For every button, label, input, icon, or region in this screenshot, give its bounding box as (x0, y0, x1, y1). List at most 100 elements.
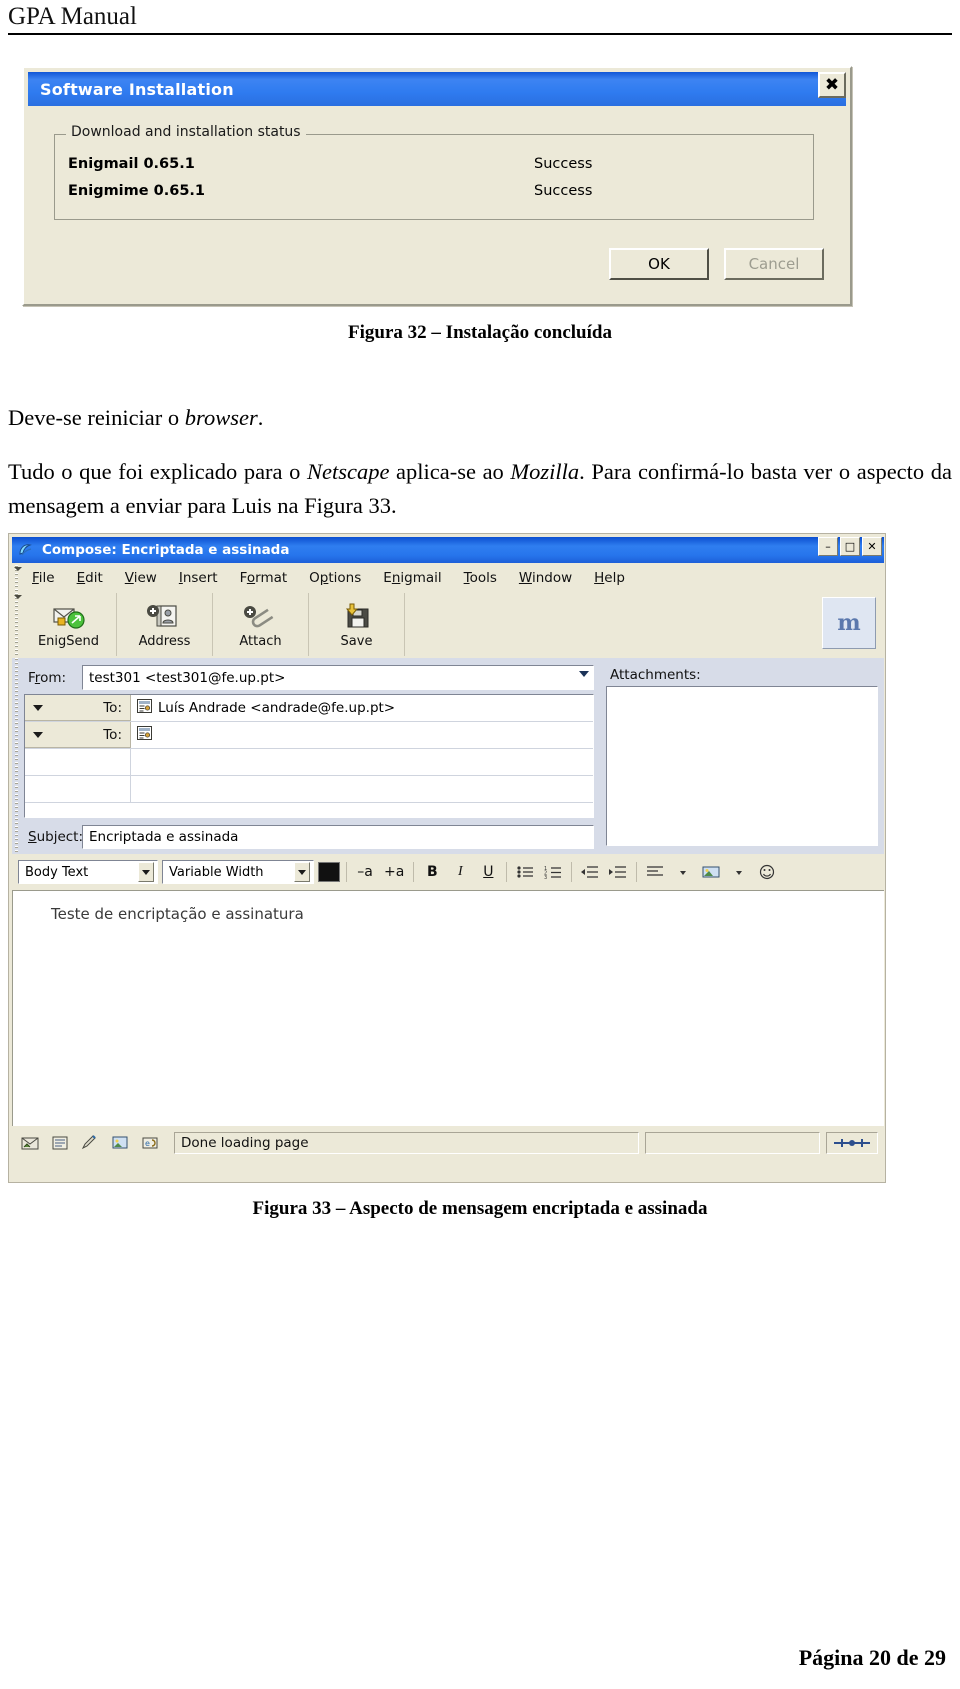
recipient-type-empty[interactable] (25, 776, 131, 802)
software-installation-dialog: Software Installation ✖ Download and ins… (22, 66, 852, 306)
toolbar-gripper[interactable] (12, 593, 22, 656)
install-item-name: Enigmime 0.65.1 (68, 183, 206, 199)
align-dropdown-icon[interactable] (671, 860, 695, 884)
increase-font-size-button[interactable]: +a (381, 860, 407, 884)
recipient-value-cell[interactable]: Luís Andrade <andrade@fe.up.pt> (131, 699, 593, 717)
mail-status-icon[interactable] (18, 1133, 42, 1153)
formatting-toolbar: Body Text Variable Width –a +a B I U 123 (12, 856, 884, 888)
smiley-icon[interactable] (755, 860, 779, 884)
menu-edit[interactable]: Edit (66, 568, 114, 588)
recipient-type-select[interactable]: To: (25, 722, 131, 748)
figure-32-caption: Figura 32 – Instalação concluída (348, 322, 612, 343)
floppy-save-icon (337, 600, 377, 632)
message-body-area[interactable]: Teste de encriptação e assinatura (12, 890, 884, 1126)
align-icon[interactable] (643, 860, 667, 884)
para2-emphasis-netscape: Netscape (306, 458, 390, 484)
security-status-icon[interactable]: e (138, 1133, 162, 1153)
status-groupbox (54, 134, 814, 220)
bold-button[interactable]: B (420, 860, 444, 884)
menu-file[interactable]: File (21, 568, 66, 588)
chevron-down-icon[interactable] (138, 862, 154, 882)
enigsend-button[interactable]: EnigSend (21, 593, 117, 656)
resize-grip-icon[interactable] (826, 1132, 878, 1154)
message-body-text: Teste de encriptação e assinatura (51, 905, 304, 923)
recipient-row-empty[interactable] (25, 749, 593, 776)
recipient-type-label: To: (103, 726, 122, 743)
compose-header-area: From: test301 <test301@fe.up.pt> To: Luí… (12, 658, 884, 854)
insert-image-icon[interactable] (699, 860, 723, 884)
compose-title: Compose: Encriptada e assinada (42, 542, 290, 558)
minimize-button[interactable]: – (818, 537, 838, 556)
menu-help[interactable]: Help (583, 568, 636, 588)
menu-options[interactable]: Options (298, 568, 372, 588)
text-color-swatch[interactable] (318, 862, 340, 882)
page-title: GPA Manual (8, 3, 137, 30)
install-item-status: Success (534, 183, 593, 199)
page-header: GPA Manual (0, 0, 960, 40)
recipients-list: To: Luís Andrade <andrade@fe.up.pt> To: (24, 694, 594, 818)
paragraph-style-value: Body Text (25, 864, 89, 880)
insert-image-dropdown-icon[interactable] (727, 860, 751, 884)
save-label: Save (340, 634, 373, 649)
indent-icon[interactable] (606, 860, 630, 884)
recipient-type-empty[interactable] (25, 749, 131, 775)
decrease-font-size-button[interactable]: –a (353, 860, 377, 884)
from-label: From: (28, 669, 67, 686)
toolbar-separator (506, 862, 508, 882)
header-divider (8, 33, 952, 35)
address-book-icon (145, 600, 185, 632)
save-button[interactable]: Save (309, 593, 405, 656)
underline-button[interactable]: U (476, 860, 500, 884)
main-toolbar: EnigSend Address Attach Save m (12, 593, 884, 656)
menu-insert[interactable]: Insert (168, 568, 229, 588)
recipient-row[interactable]: To: (25, 722, 593, 749)
compose-status-icon[interactable] (78, 1133, 102, 1153)
address-button[interactable]: Address (117, 593, 213, 656)
address-label: Address (138, 634, 191, 649)
dialog-title: Software Installation (40, 79, 234, 99)
outdent-icon[interactable] (578, 860, 602, 884)
menu-tools[interactable]: Tools (453, 568, 508, 588)
menu-enigmail[interactable]: Enigmail (372, 568, 452, 588)
recipient-row-empty[interactable] (25, 776, 593, 803)
recipient-row[interactable]: To: Luís Andrade <andrade@fe.up.pt> (25, 695, 593, 722)
toolbar-separator (413, 862, 415, 882)
italic-button[interactable]: I (448, 860, 472, 884)
maximize-button[interactable]: □ (840, 537, 860, 556)
menu-window[interactable]: Window (508, 568, 583, 588)
mozilla-brand-icon: m (822, 597, 876, 649)
cancel-button: Cancel (724, 248, 824, 280)
close-icon[interactable]: ✖ (818, 72, 846, 98)
toolbar-separator (571, 862, 573, 882)
from-field[interactable]: test301 <test301@fe.up.pt> (82, 665, 594, 690)
bullet-list-icon[interactable] (513, 860, 537, 884)
font-family-select[interactable]: Variable Width (162, 860, 314, 884)
attach-button[interactable]: Attach (213, 593, 309, 656)
recipient-type-select[interactable]: To: (25, 695, 131, 721)
para2-part-a: Tudo o que foi explicado para o (8, 458, 307, 484)
numbered-list-icon[interactable]: 123 (541, 860, 565, 884)
menu-view[interactable]: View (114, 568, 168, 588)
paragraph-style-select[interactable]: Body Text (18, 860, 158, 884)
recipient-value-cell[interactable] (131, 726, 593, 744)
chevron-down-icon (33, 731, 43, 738)
menu-format[interactable]: Format (229, 568, 299, 588)
toolbar-separator (346, 862, 347, 882)
image-status-icon[interactable] (108, 1133, 132, 1153)
attachments-list[interactable] (606, 686, 878, 846)
attachments-panel: Attachments: (606, 664, 878, 850)
address-status-icon[interactable] (48, 1133, 72, 1153)
mozilla-compose-icon (17, 541, 35, 559)
chevron-down-icon[interactable] (579, 671, 589, 677)
header-gripper[interactable] (12, 658, 22, 854)
figure-33-caption: Figura 33 – Aspecto de mensagem encripta… (252, 1198, 708, 1219)
menubar-gripper[interactable] (12, 565, 22, 591)
font-family-value: Variable Width (169, 864, 264, 880)
subject-value: Encriptada e assinada (89, 829, 239, 845)
status-bar: e Done loading page (12, 1128, 884, 1158)
close-button[interactable]: ✕ (862, 537, 882, 556)
subject-input[interactable]: Encriptada e assinada (82, 825, 594, 849)
chevron-down-icon[interactable] (294, 862, 310, 882)
ok-button[interactable]: OK (609, 248, 709, 280)
subject-label: Subject: (28, 829, 84, 845)
